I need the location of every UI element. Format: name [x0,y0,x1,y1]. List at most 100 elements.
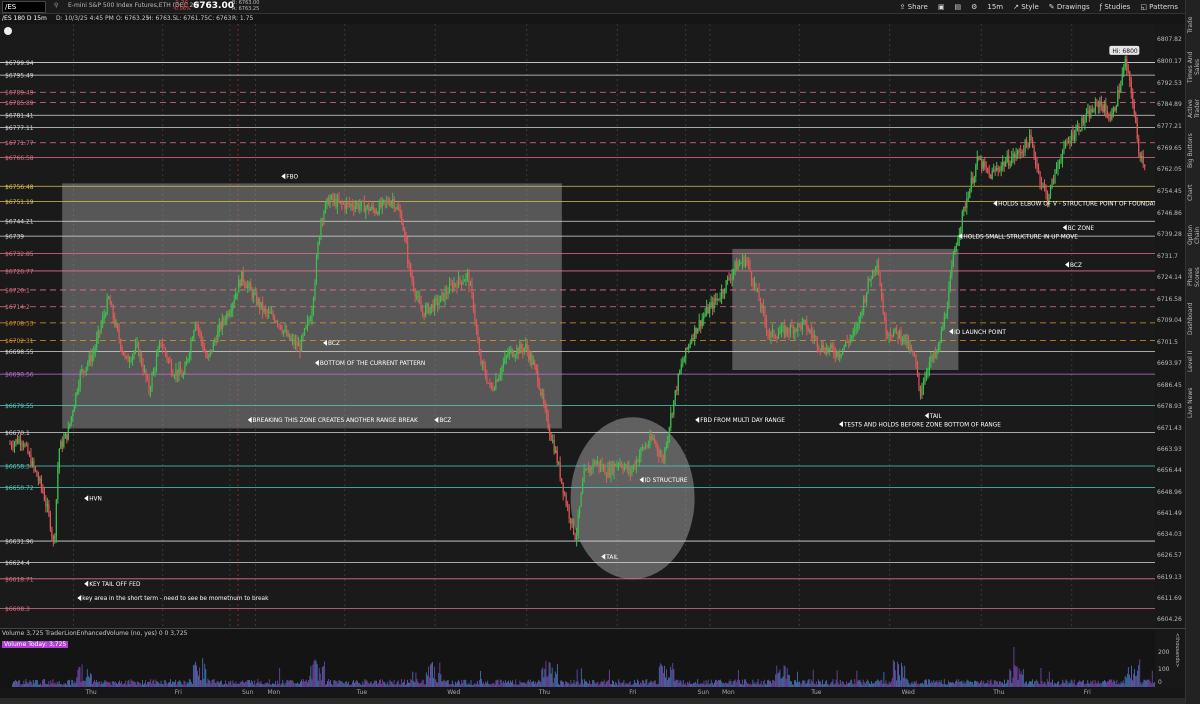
studies-button[interactable]: ƒ Studies [1100,3,1131,11]
volume-bar [998,681,1000,687]
volume-bar [627,684,629,687]
volume-bar [469,684,471,687]
volume-bar [103,682,105,687]
candle-body [718,298,720,300]
candle-body [1120,84,1122,93]
candle-body [432,304,434,311]
volume-bar [55,684,57,687]
volume-bar [1092,680,1094,687]
settings-gear-icon[interactable]: ⚙ [971,3,977,11]
volume-bar [771,683,772,687]
volume-bar [674,681,676,687]
volume-bar [1089,684,1091,687]
volume-bar [796,682,797,687]
rail-tab-4[interactable]: Chart [1187,174,1200,212]
volume-bar [529,679,531,687]
candle-body [1100,101,1102,106]
volume-bar [311,679,313,687]
drawings-button[interactable]: ✎ Drawings [1049,3,1090,11]
candle-body [1067,141,1070,144]
snapshot-icon[interactable]: ▣ [938,3,945,11]
price-chart-canvas[interactable]: $6799.94$6795.49$6789.49$6785.89$6781.41… [0,24,1155,628]
volume-bar [762,681,764,687]
candle-body [649,436,651,445]
volume-bar [227,684,229,687]
volume-bar [348,684,350,687]
candle-body [792,327,794,334]
candle-body [257,299,259,305]
candle-body [330,195,333,199]
candle-body [770,332,772,338]
volume-bar [365,680,367,687]
rail-tab-1[interactable]: Times And Sales [1187,48,1200,86]
candle-body [558,462,560,464]
volume-bar [320,680,322,687]
volume-bar [815,681,817,687]
symbol-input[interactable]: /ES [2,1,46,13]
layout-icon[interactable]: ▤ [954,3,961,11]
volume-bar [216,680,218,687]
volume-bar [684,682,686,687]
candle-body [916,365,919,374]
price-tick-8: 6746.86 [1157,209,1182,217]
candle-body [640,448,642,456]
rail-tab-7[interactable]: Dashboard [1187,300,1200,338]
volume-bar [597,681,599,687]
volume-bar [212,679,214,687]
volume-pane[interactable]: Volume 3,725 TraderLionEnhancedVolume (n… [0,628,1156,689]
price-axis[interactable]: 6807.82 6800.17 6792.53 6784.89 6777.21 6769.… [1155,24,1185,628]
interval-button[interactable]: 15m [987,3,1003,11]
candle-body [399,210,401,214]
candle-body [450,283,452,285]
volume-bar [858,680,860,687]
patterns-button[interactable]: ◱ Patterns [1140,3,1178,11]
volume-bar [96,679,98,687]
volume-bar [448,684,450,687]
volume-bar [51,683,53,687]
style-button[interactable]: ↗ Style [1013,3,1039,11]
candle-body [91,354,93,362]
candle-body [378,202,380,215]
volume-bar [636,683,637,687]
volume-bar [1024,682,1026,687]
candle-body [321,219,324,221]
volume-bar [926,679,927,687]
candle-body [297,343,300,347]
rail-tab-9[interactable]: Live News [1187,384,1200,422]
candle-body [710,302,712,306]
volume-bar [308,680,310,687]
rail-tab-6[interactable]: Phase Scores [1187,258,1200,296]
volume-bar [353,679,354,687]
rail-tab-0[interactable]: Trade [1187,6,1200,44]
price-chart[interactable]: $6799.94 $6795.49 $6789.49 $6785.89 $6781.41… [0,24,1155,628]
candle-body [791,325,793,328]
rail-tab-5[interactable]: Option Chain [1187,216,1200,254]
candle-body [220,323,222,330]
candle-body [1028,134,1031,148]
rail-tab-2[interactable]: Active Trader [1187,90,1200,128]
volume-bar [409,682,411,687]
date-axis[interactable]: Thu Fri Sun Mon Tue Wed Thu Fri Sun Mon Tue Wed Thu F… [0,688,1185,698]
volume-bar [755,684,757,687]
volume-bar [1017,680,1019,687]
volume-bar [1141,684,1143,687]
rail-tab-3[interactable]: Big Buttons [1187,132,1200,170]
candle-body [217,330,219,343]
volume-bar [1137,670,1139,687]
candle-body [1005,161,1007,167]
candle-body [851,335,853,339]
candle-body [562,482,564,494]
link-icon[interactable]: ⚲ [54,2,58,9]
volume-bar [1149,681,1151,687]
share-button[interactable]: ⇪ Share [900,3,928,11]
volume-bar [466,684,468,687]
volume-bar [955,681,957,687]
candle-body [492,388,494,390]
volume-bar [1048,671,1050,687]
volume-bar [282,679,284,687]
chart-scrollbar[interactable] [0,698,1185,704]
volume-bar [711,682,713,687]
candle-body [537,369,539,383]
rail-tab-8[interactable]: Level II [1187,342,1200,380]
volume-bar [324,661,325,687]
